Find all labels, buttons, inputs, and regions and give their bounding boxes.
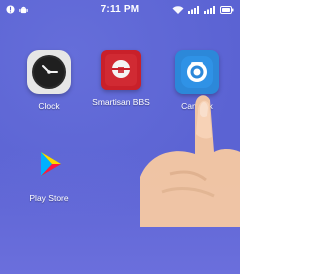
battery-icon [220, 5, 234, 17]
app-play-store[interactable]: Play Store [4, 142, 94, 203]
status-right-icons [172, 5, 234, 17]
app-camerix[interactable]: Camerix [152, 50, 240, 111]
status-bar: 7:11 PM [0, 0, 240, 22]
app-label: Play Store [29, 193, 69, 203]
app-label: Camerix [181, 101, 213, 111]
smartisan-bbs-icon[interactable] [101, 50, 141, 90]
wifi-icon [172, 5, 184, 17]
camera-icon[interactable] [175, 50, 219, 94]
signal-icon [188, 5, 200, 17]
play-store-icon[interactable] [27, 142, 71, 186]
clock-icon[interactable] [27, 50, 71, 94]
signal-icon [204, 5, 216, 17]
home-screen: 7:11 PM Clock Smartisan BBS Camerix Play… [0, 0, 240, 274]
